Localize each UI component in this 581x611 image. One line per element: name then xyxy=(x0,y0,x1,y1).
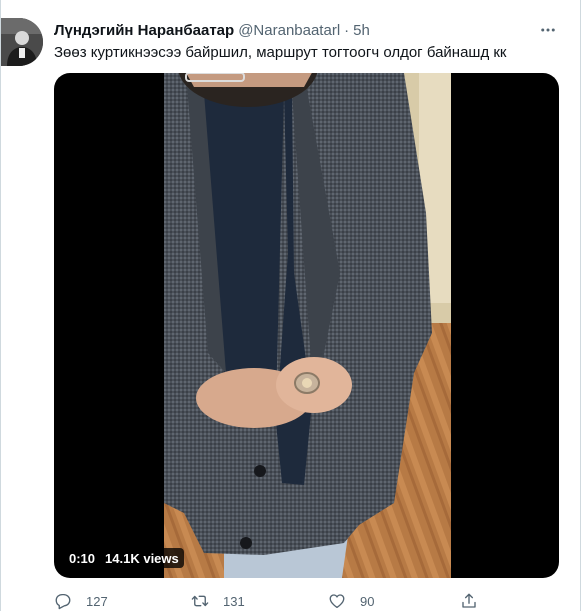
more-icon xyxy=(541,28,555,32)
more-button[interactable] xyxy=(534,20,562,40)
video-still xyxy=(164,73,451,578)
retweet-button[interactable]: 131 xyxy=(191,592,245,610)
avatar-image xyxy=(1,18,43,66)
retweet-count: 131 xyxy=(223,593,245,609)
separator-dot: · xyxy=(344,21,350,39)
tweet-actions: 127 131 90 xyxy=(54,590,494,611)
author-name[interactable]: Лүндэгийн Наранбаатар xyxy=(54,22,234,39)
reply-button[interactable]: 127 xyxy=(54,592,108,610)
video-views: 14.1K views xyxy=(105,550,179,566)
like-button[interactable]: 90 xyxy=(328,592,374,610)
tweet-text: Зөөз куртикнээсээ байршил, маршрут тогто… xyxy=(54,44,507,61)
share-button[interactable] xyxy=(460,592,478,610)
video-frame xyxy=(164,73,451,578)
reply-icon xyxy=(55,593,71,610)
like-count: 90 xyxy=(360,593,375,609)
author-handle[interactable]: @Naranbaatarl xyxy=(238,22,340,39)
tweet[interactable]: Лүндэгийн Наранбаатар @Naranbaatarl · 5h… xyxy=(0,0,581,611)
tweet-header: Лүндэгийн Наранбаатар @Naranbaatarl · 5h xyxy=(54,20,566,40)
video-info-badge: 0:10 14.1K views xyxy=(64,548,184,568)
video-duration: 0:10 xyxy=(69,550,96,566)
video-player[interactable]: 0:10 14.1K views xyxy=(54,73,559,578)
tweet-time[interactable]: 5h xyxy=(353,22,370,39)
heart-icon xyxy=(329,594,345,609)
share-icon xyxy=(462,593,476,608)
retweet-icon xyxy=(191,595,209,607)
avatar[interactable] xyxy=(1,18,43,66)
reply-count: 127 xyxy=(86,593,108,609)
